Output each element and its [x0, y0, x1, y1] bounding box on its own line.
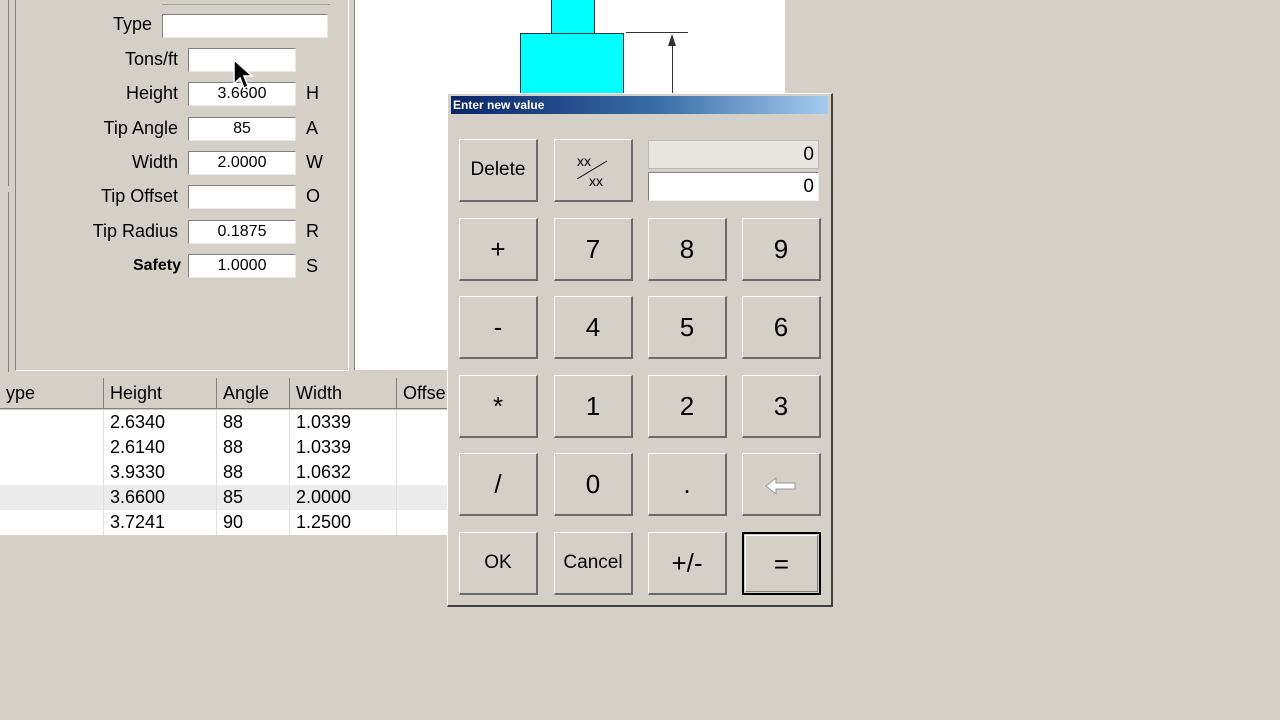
table-cell: 1.0339: [290, 410, 397, 435]
table-row[interactable]: 3.7241 90 1.2500: [0, 510, 448, 535]
digit-6-button[interactable]: 6: [742, 296, 821, 359]
decimal-point-button[interactable]: .: [648, 453, 727, 516]
table-row-selected[interactable]: 3.6600 85 2.0000: [0, 485, 448, 510]
type-label: Type: [112, 14, 152, 34]
tip-radius-letter: R: [306, 221, 319, 241]
safety-letter: S: [306, 256, 319, 276]
delete-button[interactable]: Delete: [459, 139, 538, 202]
table-row[interactable]: 3.9330 88 1.0632: [0, 460, 448, 485]
digit-2-button[interactable]: 2: [648, 375, 727, 438]
digit-7-button[interactable]: 7: [554, 218, 633, 281]
tip-offset-field[interactable]: [188, 185, 296, 209]
ok-button[interactable]: OK: [459, 532, 538, 595]
cancel-button[interactable]: Cancel: [554, 532, 633, 595]
tool-shape-shank: [551, 0, 595, 34]
plus-minus-button[interactable]: +/-: [648, 532, 727, 595]
digit-0-button[interactable]: 0: [554, 453, 633, 516]
digit-5-button[interactable]: 5: [648, 296, 727, 359]
fraction-button[interactable]: xx xx: [554, 139, 633, 202]
width-field[interactable]: 2.0000: [188, 151, 296, 175]
table-row[interactable]: 2.6140 88 1.0339: [0, 435, 448, 460]
dimension-arrow-icon: [668, 34, 676, 46]
safety-field[interactable]: 1.0000: [188, 254, 296, 278]
safety-label: Safety: [132, 257, 181, 274]
left-edge-panel: [0, 0, 10, 372]
tip-offset-label: Tip Offset: [100, 186, 178, 206]
table-row[interactable]: 2.6340 88 1.0339: [0, 410, 448, 435]
height-label: Height: [125, 83, 178, 103]
width-letter: W: [306, 152, 323, 172]
digit-3-button[interactable]: 3: [742, 375, 821, 438]
table-cell: 88: [217, 460, 290, 485]
tip-radius-label: Tip Radius: [92, 221, 178, 241]
backspace-arrow-icon: [765, 476, 796, 496]
table-cell: [397, 435, 448, 460]
previous-value-display: 0: [648, 140, 819, 169]
tip-angle-label: Tip Angle: [103, 118, 178, 138]
equals-button[interactable]: =: [742, 532, 821, 595]
table-cell: [397, 510, 448, 535]
digit-1-button[interactable]: 1: [554, 375, 633, 438]
digit-8-button[interactable]: 8: [648, 218, 727, 281]
table-cell: 2.6340: [104, 410, 217, 435]
table-cell: [397, 410, 448, 435]
table-cell: 85: [217, 485, 290, 510]
table-cell: 90: [217, 510, 290, 535]
table-cell: 3.7241: [104, 510, 217, 535]
mouse-pointer-icon: [233, 58, 254, 90]
tip-angle-letter: A: [306, 118, 319, 138]
table-cell: 3.9330: [104, 460, 217, 485]
backspace-button[interactable]: [742, 453, 821, 516]
table-cell: 88: [217, 435, 290, 460]
fraction-icon: xx xx: [576, 153, 608, 189]
table-cell: 3.6600: [104, 485, 217, 510]
enter-value-dialog: Enter new value Delete xx xx 0 0 + 7 8 9…: [447, 93, 833, 607]
dimension-line-horizontal: [626, 32, 688, 33]
tool-shape-body: [520, 33, 624, 93]
minus-button[interactable]: -: [459, 296, 538, 359]
table-cell: 1.0632: [290, 460, 397, 485]
tip-angle-field[interactable]: 85: [188, 117, 296, 141]
tip-radius-field[interactable]: 0.1875: [188, 220, 296, 244]
column-header-height[interactable]: Height: [104, 378, 217, 409]
table-cell: [0, 460, 104, 485]
table-cell: [397, 460, 448, 485]
top-field-stub: [162, 0, 330, 5]
column-header-angle[interactable]: Angle: [217, 378, 290, 409]
column-header-type[interactable]: ype: [0, 378, 104, 409]
dialog-title-bar[interactable]: Enter new value: [451, 96, 828, 114]
table-cell: 1.0339: [290, 435, 397, 460]
table-cell: 2.0000: [290, 485, 397, 510]
digit-4-button[interactable]: 4: [554, 296, 633, 359]
height-letter: H: [306, 83, 319, 103]
svg-text:xx: xx: [577, 153, 591, 169]
table-cell: [0, 435, 104, 460]
table-cell: [0, 485, 104, 510]
multiply-button[interactable]: *: [459, 375, 538, 438]
current-value-display[interactable]: 0: [648, 172, 819, 201]
column-header-offset[interactable]: Offse: [397, 378, 450, 409]
table-cell: [397, 485, 448, 510]
svg-text:xx: xx: [589, 173, 603, 189]
divide-button[interactable]: /: [459, 453, 538, 516]
equals-button-label: =: [773, 549, 790, 579]
tons-per-ft-label: Tons/ft: [124, 49, 178, 69]
tip-offset-letter: O: [306, 186, 321, 206]
table-cell: [0, 410, 104, 435]
table-cell: [0, 510, 104, 535]
table-cell: 1.2500: [290, 510, 397, 535]
column-header-width[interactable]: Width: [290, 378, 397, 409]
plus-button[interactable]: +: [459, 218, 538, 281]
digit-9-button[interactable]: 9: [742, 218, 821, 281]
type-field[interactable]: [162, 14, 328, 38]
tool-list-table: ype Height Angle Width Offse 2.6340 88 1…: [0, 378, 450, 538]
width-label: Width: [131, 152, 178, 172]
table-cell: 88: [217, 410, 290, 435]
table-header: ype Height Angle Width Offse: [0, 378, 450, 409]
table-cell: 2.6140: [104, 435, 217, 460]
